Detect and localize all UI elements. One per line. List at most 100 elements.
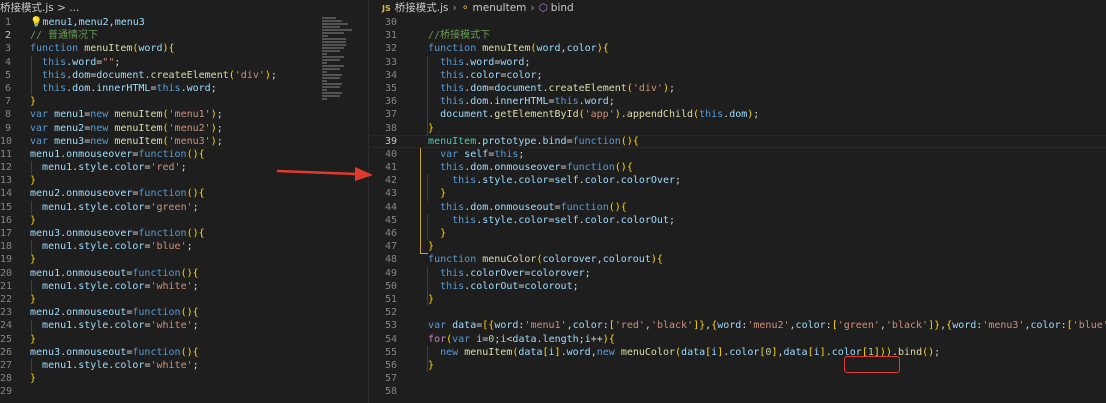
code-text[interactable]: } <box>416 123 434 134</box>
code-text[interactable]: var menu2=new menuItem('menu2'); <box>30 123 223 134</box>
right-editor-pane[interactable]: JS 桥接模式.js › ⚬ menuItem › ⬡ bind 30 31 //桥接模式下 32… <box>369 0 1106 403</box>
code-text[interactable]: } <box>416 360 434 371</box>
code-text[interactable]: } <box>30 334 36 345</box>
code-text[interactable]: } <box>30 254 36 265</box>
breadcrumb-symbol-menuitem[interactable]: menuItem <box>473 2 527 14</box>
code-line[interactable]: 52 <box>369 306 1106 319</box>
code-text[interactable]: this.dom=document.createElement('div'); <box>30 70 277 81</box>
code-text[interactable]: this.dom.onmouseout=function(){ <box>416 202 627 213</box>
code-text[interactable]: menu1.style.color='white'; <box>30 281 199 292</box>
code-line[interactable]: 35 this.dom=document.createElement('div'… <box>369 82 1106 95</box>
code-line[interactable]: 53 var data=[{word:'menu1',color:['red',… <box>369 319 1106 332</box>
code-line[interactable]: 39 menuItem.prototype.bind=function(){ <box>369 135 1106 148</box>
code-line[interactable]: 48 function menuColor(colorover,colorout… <box>369 253 1106 266</box>
code-text[interactable]: this.dom=document.createElement('div'); <box>416 83 675 94</box>
code-line[interactable]: 23 menu2.onmouseout=function(){ <box>0 306 316 319</box>
code-line[interactable]: 50 this.colorOut=colorout; <box>369 280 1106 293</box>
left-code-area[interactable]: 1 💡menu1,menu2,menu3 2 // 普通情况下 3 function me… <box>0 16 316 398</box>
code-line[interactable]: 18 menu1.style.color='blue'; <box>0 240 316 253</box>
code-text[interactable]: menu2.onmouseout=function(){ <box>30 307 199 318</box>
code-text[interactable]: for(var i=0;i<data.length;i++){ <box>416 334 615 345</box>
code-line[interactable]: 57 <box>369 372 1106 385</box>
code-text[interactable]: } <box>30 294 36 305</box>
code-line[interactable]: 3 function menuItem(word){ <box>0 42 316 55</box>
code-text[interactable]: this.style.color=self.color.colorOver; <box>416 175 681 186</box>
code-text[interactable]: var menu3=new menuItem('menu3'); <box>30 136 223 147</box>
code-line[interactable]: 56 } <box>369 359 1106 372</box>
code-line[interactable]: 25} <box>0 333 316 346</box>
code-line[interactable]: 14 menu2.onmouseover=function(){ <box>0 187 316 200</box>
code-text[interactable]: menu1.style.color='white'; <box>30 360 199 371</box>
code-line[interactable]: 9 var menu2=new menuItem('menu2'); <box>0 122 316 135</box>
code-line[interactable]: 26 menu3.onmouseout=function(){ <box>0 346 316 359</box>
code-text[interactable]: // 普通情况下 <box>30 30 98 41</box>
code-line[interactable]: 7} <box>0 95 316 108</box>
code-line[interactable]: 41 this.dom.onmouseover=function(){ <box>369 161 1106 174</box>
code-text[interactable]: } <box>30 175 36 186</box>
code-text[interactable]: function menuItem(word,color){ <box>416 43 609 54</box>
code-line[interactable]: 40 var self=this; <box>369 148 1106 161</box>
code-line[interactable]: 42 this.style.color=self.color.colorOver… <box>369 174 1106 187</box>
code-line[interactable]: 45 this.style.color=self.color.colorOut; <box>369 214 1106 227</box>
code-text[interactable]: menu2.onmouseover=function(){ <box>30 188 205 199</box>
code-text[interactable]: menuItem.prototype.bind=function(){ <box>416 136 639 147</box>
code-text[interactable]: this.word=word; <box>416 57 530 68</box>
code-line[interactable]: 5 this.dom=document.createElement('div')… <box>0 69 316 82</box>
code-line[interactable]: 2 // 普通情况下 <box>0 29 316 42</box>
code-text[interactable]: this.colorOver=colorover; <box>416 268 591 279</box>
code-line[interactable]: 8 var menu1=new menuItem('menu1'); <box>0 108 316 121</box>
code-text[interactable]: this.dom.onmouseover=function(){ <box>416 162 633 173</box>
code-text[interactable]: function menuColor(colorover,colorout){ <box>416 254 663 265</box>
code-text[interactable]: } <box>30 373 36 384</box>
code-text[interactable]: } <box>416 241 434 252</box>
code-line[interactable]: 6 this.dom.innerHTML=this.word; <box>0 82 316 95</box>
code-text[interactable]: this.color=color; <box>416 70 542 81</box>
code-line[interactable]: 21 menu1.style.color='white'; <box>0 280 316 293</box>
code-line[interactable]: 27 menu1.style.color='white'; <box>0 359 316 372</box>
left-editor-pane[interactable]: 桥接模式.js > ... 1 💡menu1,menu2,menu3 2 // 普通情… <box>0 0 316 403</box>
code-line[interactable]: 11 menu1.onmouseover=function(){ <box>0 148 316 161</box>
code-text[interactable]: this.dom.innerHTML=this.word; <box>416 96 615 107</box>
code-line[interactable]: 33 this.word=word; <box>369 56 1106 69</box>
code-line[interactable]: 36 this.dom.innerHTML=this.word; <box>369 95 1106 108</box>
code-line[interactable]: 55 new menuItem(data[i].word,new menuCol… <box>369 346 1106 359</box>
code-line[interactable]: 51 } <box>369 293 1106 306</box>
right-code-area[interactable]: 30 31 //桥接模式下 32 function menuItem(word,co… <box>369 16 1106 398</box>
code-line[interactable]: 38 } <box>369 122 1106 135</box>
code-line[interactable]: 19} <box>0 253 316 266</box>
code-line[interactable]: 54 for(var i=0;i<data.length;i++){ <box>369 333 1106 346</box>
code-line[interactable]: 32 function menuItem(word,color){ <box>369 42 1106 55</box>
code-text[interactable]: function menuItem(word){ <box>30 43 175 54</box>
code-line[interactable]: 13} <box>0 174 316 187</box>
code-line[interactable]: 12 menu1.style.color='red'; <box>0 161 316 174</box>
code-line[interactable]: 10 var menu3=new menuItem('menu3'); <box>0 135 316 148</box>
code-line[interactable]: 28} <box>0 372 316 385</box>
breadcrumb-file[interactable]: 桥接模式.js <box>395 2 449 14</box>
code-text[interactable]: this.word=""; <box>30 57 120 68</box>
code-text[interactable]: var data=[{word:'menu1',color:['red','bl… <box>416 320 1106 331</box>
code-text[interactable]: } <box>30 215 36 226</box>
code-line[interactable]: 31 //桥接模式下 <box>369 29 1106 42</box>
right-breadcrumb[interactable]: JS 桥接模式.js › ⚬ menuItem › ⬡ bind <box>369 0 1106 16</box>
code-line[interactable]: 16} <box>0 214 316 227</box>
code-line[interactable]: 17 menu3.onmouseover=function(){ <box>0 227 316 240</box>
code-line[interactable]: 29 <box>0 385 316 398</box>
code-line[interactable]: 44 this.dom.onmouseout=function(){ <box>369 201 1106 214</box>
code-line[interactable]: 22} <box>0 293 316 306</box>
code-line[interactable]: 47 } <box>369 240 1106 253</box>
code-line[interactable]: 20 menu1.onmouseout=function(){ <box>0 267 316 280</box>
code-text[interactable]: menu1.style.color='blue'; <box>30 241 193 252</box>
code-line[interactable]: 15 menu1.style.color='green'; <box>0 201 316 214</box>
code-text[interactable]: menu1.style.color='green'; <box>30 202 199 213</box>
minimap[interactable] <box>316 0 368 403</box>
code-text[interactable]: this.colorOut=colorout; <box>416 281 579 292</box>
code-text[interactable]: } <box>30 96 36 107</box>
code-text[interactable]: menu3.onmouseout=function(){ <box>30 347 199 358</box>
code-line[interactable]: 37 document.getElementById('app').append… <box>369 108 1106 121</box>
code-line[interactable]: 34 this.color=color; <box>369 69 1106 82</box>
code-line[interactable]: 4 this.word=""; <box>0 56 316 69</box>
code-text[interactable]: var self=this; <box>416 149 524 160</box>
code-line[interactable]: 1 💡menu1,menu2,menu3 <box>0 16 316 29</box>
code-text[interactable]: menu1.style.color='red'; <box>30 162 187 173</box>
code-line[interactable]: 58 <box>369 385 1106 398</box>
